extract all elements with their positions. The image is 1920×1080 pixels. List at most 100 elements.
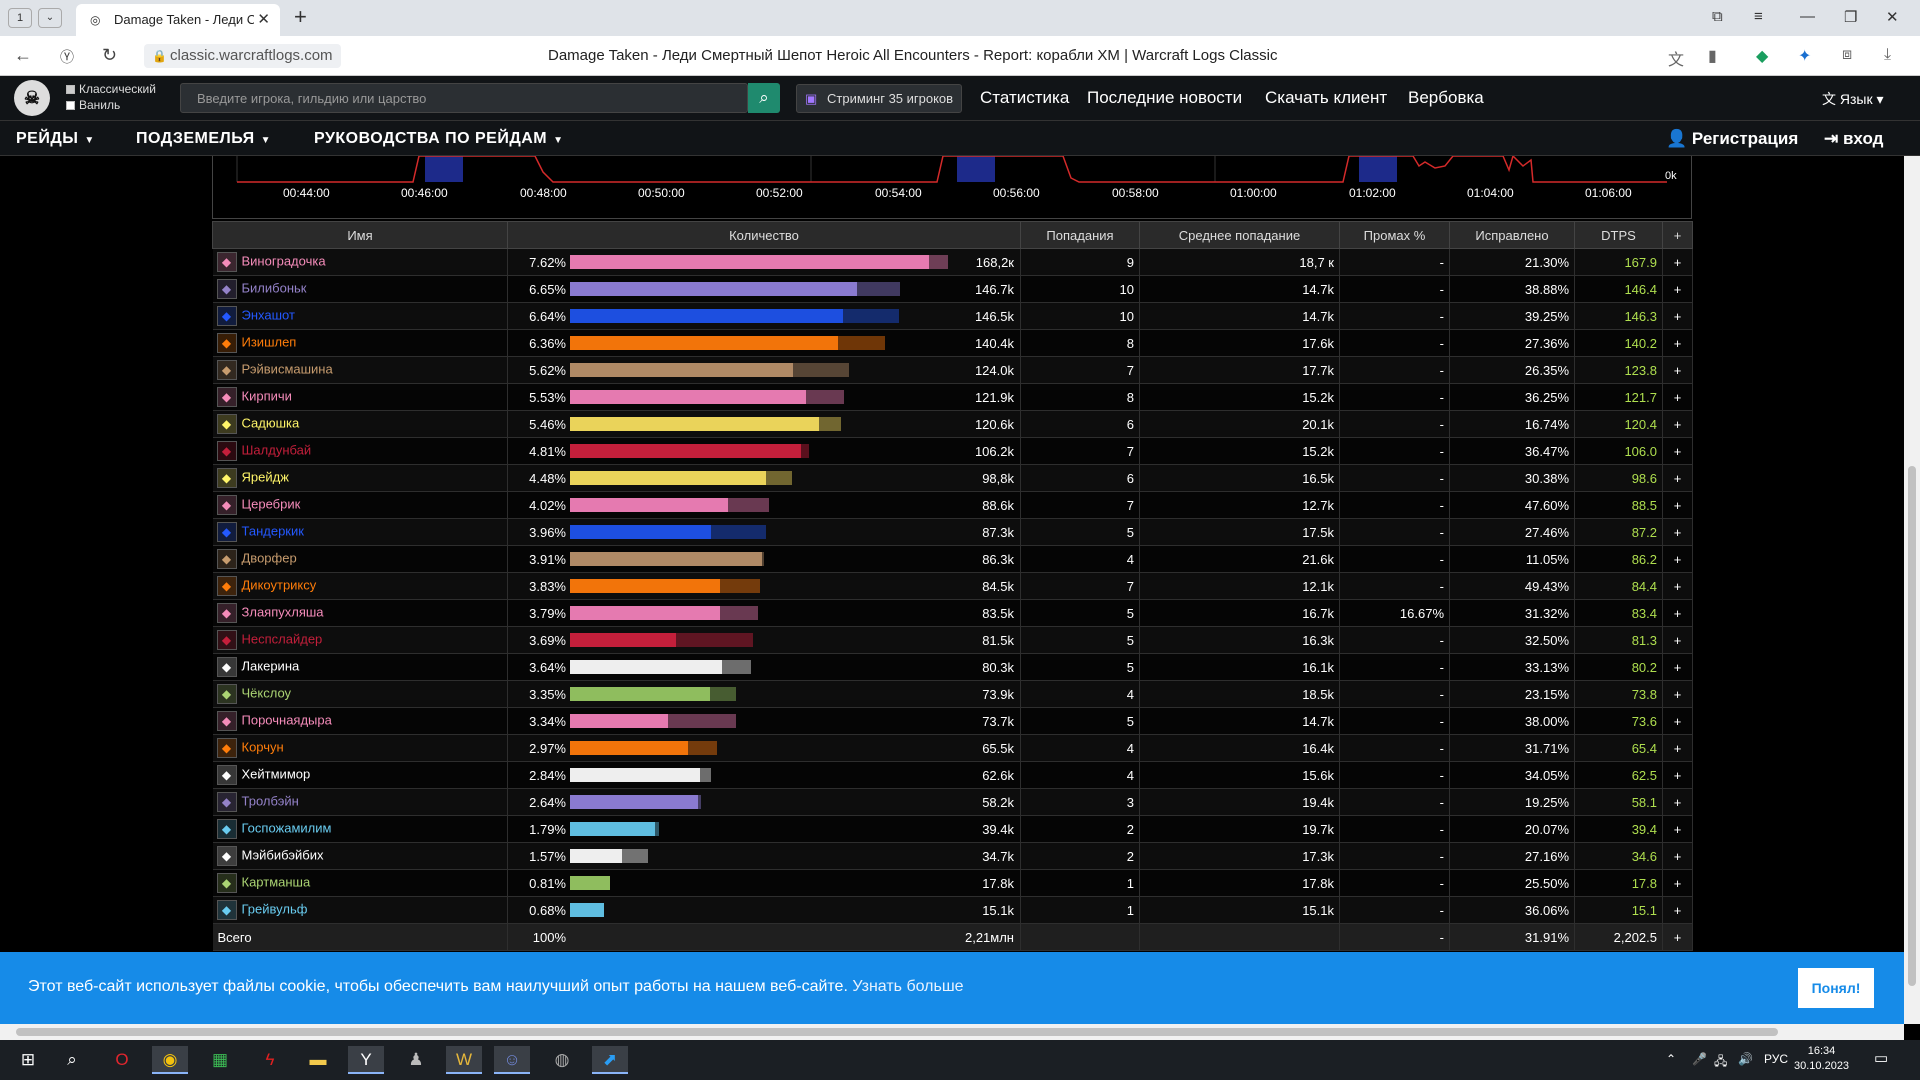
browser-tab-active[interactable]: ◎ Damage Taken - Леди Смертный Шепот Her… <box>76 4 280 36</box>
col-header-dtps[interactable]: DTPS <box>1574 221 1663 249</box>
table-row[interactable]: ◆ Госпожамилим 1.79% 39.4k 2 19.7k -20.07% 39.4… <box>212 815 1693 843</box>
player-name-cell[interactable]: ◆ Энхашот <box>212 302 508 330</box>
table-row[interactable]: ◆ Виноградочка 7.62% 168,2к 9 18,7 к -21.30% 16… <box>212 248 1693 276</box>
input-language[interactable]: РУС <box>1764 1052 1788 1066</box>
search-icon[interactable]: ⌕ <box>54 1046 90 1074</box>
new-tab-icon[interactable]: + <box>294 4 307 30</box>
network-app-icon[interactable]: ◍ <box>544 1046 580 1074</box>
row-expand-button[interactable]: + <box>1662 734 1693 762</box>
table-row[interactable]: ◆ Дворфер 3.91% 86.3k 4 21.6k -11.05% 86.2 + <box>212 545 1693 573</box>
tab-count-button[interactable]: 1 <box>8 8 32 28</box>
player-name-cell[interactable]: ◆ Грейвульф <box>212 896 508 924</box>
player-name-cell[interactable]: ◆ Шалдунбай <box>212 437 508 465</box>
table-row[interactable]: ◆ Чёкслоу 3.35% 73.9k 4 18.5k -23.15% 73.8 + <box>212 680 1693 708</box>
player-name-cell[interactable]: ◆ Госпожамилим <box>212 815 508 843</box>
player-name-cell[interactable]: ◆ Рэйвисмашина <box>212 356 508 384</box>
close-window-icon[interactable]: ✕ <box>1886 8 1899 26</box>
cookie-accept-button[interactable]: Понял! <box>1798 968 1874 1008</box>
row-expand-button[interactable]: + <box>1662 383 1693 411</box>
player-name-cell[interactable]: ◆ Тролбэйн <box>212 788 508 816</box>
table-row[interactable]: ◆ Дикоутриксу 3.83% 84.5k 7 12.1k -49.43% 84.4 + <box>212 572 1693 600</box>
yandex-browser-icon[interactable]: Y <box>348 1046 384 1074</box>
table-row[interactable]: ◆ Тролбэйн 2.64% 58.2k 3 19.4k -19.25% 58.1 + <box>212 788 1693 816</box>
row-expand-button[interactable]: + <box>1662 869 1693 897</box>
row-expand-button[interactable]: + <box>1662 599 1693 627</box>
reload-icon[interactable]: ↻ <box>102 45 117 66</box>
chrome-icon[interactable]: ◉ <box>152 1046 188 1074</box>
table-row[interactable]: ◆ Лакерина 3.64% 80.3k 5 16.1k -33.13% 80.2 + <box>212 653 1693 681</box>
row-expand-button[interactable]: + <box>1662 572 1693 600</box>
row-expand-button[interactable]: + <box>1662 410 1693 438</box>
row-expand-button[interactable]: + <box>1662 896 1693 924</box>
player-name-cell[interactable]: ◆ Виноградочка <box>212 248 508 276</box>
extension-2-icon[interactable]: ✦ <box>1798 46 1811 66</box>
col-header-hits[interactable]: Попадания <box>1020 221 1140 249</box>
table-row[interactable]: ◆ Мэйбибэйбих 1.57% 34.7k 2 17.3k -27.16% 34.6 + <box>212 842 1693 870</box>
vanilla-checkbox[interactable]: Ваниль <box>66 98 120 112</box>
total-add-button[interactable]: + <box>1662 923 1693 951</box>
player-name-cell[interactable]: ◆ Лакерина <box>212 653 508 681</box>
notifications-icon[interactable]: ▭ <box>1874 1049 1888 1067</box>
menu-raid-guides[interactable]: РУКОВОДСТВА ПО РЕЙДАМ ▼ <box>314 130 564 148</box>
table-row[interactable]: ◆ Садюшка 5.46% 120.6k 6 20.1k -16.74% 120.4 + <box>212 410 1693 438</box>
flash-app-icon[interactable]: ϟ <box>252 1046 288 1074</box>
menu-dungeons[interactable]: ПОДЗЕМЕЛЬЯ ▼ <box>136 130 271 148</box>
minimize-icon[interactable]: — <box>1800 8 1815 25</box>
row-expand-button[interactable]: + <box>1662 437 1693 465</box>
col-header-fixed[interactable]: Исправлено <box>1449 221 1575 249</box>
table-row[interactable]: ◆ Кирпичи 5.53% 121.9k 8 15.2k -36.25% 121.7 + <box>212 383 1693 411</box>
nav-link-statistics[interactable]: Статистика <box>980 88 1069 108</box>
blue-app-icon[interactable]: ⬈ <box>592 1046 628 1074</box>
yandex-icon[interactable]: Ⓨ <box>60 47 74 67</box>
menu-raids[interactable]: РЕЙДЫ ▼ <box>16 130 95 148</box>
player-name-cell[interactable]: ◆ Неспслайдер <box>212 626 508 654</box>
extension-icon[interactable]: ◆ <box>1756 46 1768 66</box>
nav-link-download[interactable]: Скачать клиент <box>1265 88 1387 108</box>
clock[interactable]: 16:34 30.10.2023 <box>1794 1044 1849 1074</box>
close-tab-icon[interactable]: ✕ <box>257 10 270 28</box>
search-input[interactable]: Введите игрока, гильдию или царство <box>180 83 748 113</box>
tray-chevron-icon[interactable]: ⌃ <box>1666 1052 1676 1066</box>
row-expand-button[interactable]: + <box>1662 788 1693 816</box>
player-name-cell[interactable]: ◆ Тандеркик <box>212 518 508 546</box>
table-row[interactable]: ◆ Энхашот 6.64% 146.5k 10 14.7k -39.25% 146.3 + <box>212 302 1693 330</box>
col-header-avg-hit[interactable]: Среднее попадание <box>1139 221 1340 249</box>
col-header-amount[interactable]: Количество <box>507 221 1021 249</box>
player-name-cell[interactable]: ◆ Злаяпухляша <box>212 599 508 627</box>
table-row[interactable]: ◆ Картманша 0.81% 17.8k 1 17.8k -25.50% 17.8 + <box>212 869 1693 897</box>
damage-timeline-graph[interactable]: 00:44:00 00:46:00 00:48:00 00:50:00 00:5… <box>212 156 1692 219</box>
table-row[interactable]: ◆ Ярейдж 4.48% 98,8k 6 16.5k -30.38% 98.6 + <box>212 464 1693 492</box>
language-selector[interactable]: 文 Язык ▾ <box>1822 89 1884 109</box>
table-row[interactable]: ◆ Тандеркик 3.96% 87.3k 5 17.5k -27.46% 87.2 + <box>212 518 1693 546</box>
player-name-cell[interactable]: ◆ Чёкслоу <box>212 680 508 708</box>
restore-icon[interactable]: ❐ <box>1844 8 1857 26</box>
microphone-icon[interactable]: 🎤 <box>1692 1052 1707 1066</box>
streaming-button[interactable]: ▣ Стриминг 35 игроков <box>796 84 962 113</box>
row-expand-button[interactable]: + <box>1662 626 1693 654</box>
player-name-cell[interactable]: ◆ Кирпичи <box>212 383 508 411</box>
discord-icon[interactable]: ☺ <box>494 1046 530 1074</box>
tab-list-chevron-icon[interactable]: ⌄ <box>38 8 62 28</box>
player-name-cell[interactable]: ◆ Порочнаядыра <box>212 707 508 735</box>
warcraftlogs-logo-icon[interactable]: ☠ <box>14 80 50 116</box>
player-name-cell[interactable]: ◆ Ярейдж <box>212 464 508 492</box>
register-link[interactable]: 👤 Регистрация <box>1666 129 1798 149</box>
row-expand-button[interactable]: + <box>1662 545 1693 573</box>
player-name-cell[interactable]: ◆ Изишлеп <box>212 329 508 357</box>
col-header-add[interactable]: + <box>1662 221 1693 249</box>
player-name-cell[interactable]: ◆ Мэйбибэйбих <box>212 842 508 870</box>
classic-checkbox[interactable]: Классический <box>66 82 156 96</box>
player-name-cell[interactable]: ◆ Дворфер <box>212 545 508 573</box>
table-row[interactable]: ◆ Изишлеп 6.36% 140.4k 8 17.6k -27.36% 140.2 + <box>212 329 1693 357</box>
table-row[interactable]: ◆ Порочнаядыра 3.34% 73.7k 5 14.7k -38.00% 73.6… <box>212 707 1693 735</box>
row-expand-button[interactable]: + <box>1662 329 1693 357</box>
table-row[interactable]: ◆ Шалдунбай 4.81% 106.2k 7 15.2k -36.47% 106.0 + <box>212 437 1693 465</box>
start-windows-icon[interactable]: ⊞ <box>10 1046 46 1074</box>
table-row[interactable]: ◆ Злаяпухляша 3.79% 83.5k 5 16.7k 16.67% 31.32%… <box>212 599 1693 627</box>
player-name-cell[interactable]: ◆ Картманша <box>212 869 508 897</box>
wow-icon[interactable]: W <box>446 1046 482 1074</box>
vertical-scroll-thumb[interactable] <box>1908 466 1916 986</box>
table-row[interactable]: ◆ Неспслайдер 3.69% 81.5k 5 16.3k -32.50% 81.3 + <box>212 626 1693 654</box>
table-row[interactable]: ◆ Билибоньк 6.65% 146.7k 10 14.7k -38.88% 146.4… <box>212 275 1693 303</box>
row-expand-button[interactable]: + <box>1662 491 1693 519</box>
